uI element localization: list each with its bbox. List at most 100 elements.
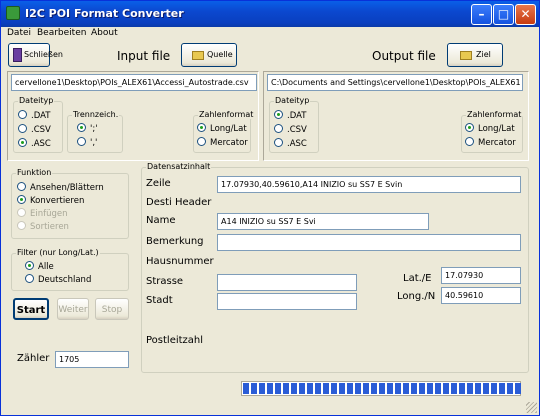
- output-zahlenformat-caption: Zahlenformat: [466, 110, 523, 119]
- quelle-label: Quelle: [207, 50, 233, 59]
- radio-label: Deutschland: [38, 275, 92, 285]
- stadt-label: Stadt: [146, 295, 173, 306]
- progress-segment: [379, 383, 385, 394]
- progress-segment: [387, 383, 393, 394]
- name-field[interactable]: A14 INIZIO su SS7 E Svi: [217, 213, 429, 230]
- funktion-sortieren-radio: Sortieren: [17, 221, 69, 232]
- radio-dot: [17, 195, 26, 204]
- long-field[interactable]: 40.59610: [441, 287, 521, 304]
- radio-label: Konvertieren: [30, 196, 85, 206]
- folder-open-icon: [460, 51, 472, 60]
- minimize-button[interactable]: –: [471, 4, 492, 25]
- radio-label: .CSV: [31, 125, 51, 135]
- ziel-button[interactable]: Ziel: [447, 43, 503, 67]
- close-button[interactable]: ✕: [515, 4, 536, 25]
- radio-label: .ASC: [287, 139, 307, 149]
- radio-dot: [274, 110, 283, 119]
- radio-label: .ASC: [31, 139, 51, 149]
- progress-segment: [339, 383, 345, 394]
- lat-field[interactable]: 17.07930: [441, 267, 521, 284]
- radio-label: Einfügen: [30, 209, 68, 219]
- resize-grip[interactable]: [526, 402, 537, 413]
- progress-segment: [435, 383, 441, 394]
- trennzeichen-comma-radio[interactable]: ',': [77, 137, 97, 148]
- stadt-field[interactable]: [217, 293, 357, 310]
- menu-datei[interactable]: Datei: [7, 28, 31, 38]
- radio-label: .CSV: [287, 125, 307, 135]
- radio-dot: [18, 138, 27, 147]
- input-path-field[interactable]: cervellone1\Desktop\POIs_ALEX61\Accessi_…: [11, 74, 257, 91]
- menu-about[interactable]: About: [91, 28, 118, 38]
- radio-dot: [274, 138, 283, 147]
- progress-segment: [347, 383, 353, 394]
- funktion-ansehen-radio[interactable]: Ansehen/Blättern: [17, 182, 104, 193]
- maximize-button[interactable]: □: [493, 4, 514, 25]
- radio-dot: [274, 124, 283, 133]
- filter-deutschland-radio[interactable]: Deutschland: [25, 274, 91, 285]
- zaehler-field[interactable]: 1705: [55, 351, 129, 368]
- radio-label: .DAT: [31, 111, 51, 121]
- trennzeichen-semicolon-radio[interactable]: ';': [77, 123, 98, 134]
- output-path-field[interactable]: C:\Documents and Settings\cervellone1\De…: [267, 74, 523, 91]
- input-mercator-radio[interactable]: Mercator: [197, 137, 248, 148]
- input-longlat-radio[interactable]: Long/Lat: [197, 123, 247, 134]
- input-dateityp-csv-radio[interactable]: .CSV: [18, 124, 51, 135]
- progress-segment: [467, 383, 473, 394]
- progress-segment: [371, 383, 377, 394]
- radio-label: Sortieren: [30, 222, 69, 232]
- progress-segment: [315, 383, 321, 394]
- schliessen-button[interactable]: Schließen: [8, 43, 63, 67]
- output-dateityp-asc-radio[interactable]: .ASC: [274, 138, 307, 149]
- input-dateityp-caption: Dateityp: [18, 96, 55, 105]
- zaehler-label: Zähler: [17, 353, 50, 364]
- strasse-label: Strasse: [146, 276, 184, 287]
- title-bar[interactable]: I2C POI Format Converter – □ ✕: [1, 1, 539, 27]
- start-button[interactable]: Start: [13, 298, 49, 320]
- progress-segment: [331, 383, 337, 394]
- input-zahlenformat-caption: Zahlenformat: [198, 110, 255, 119]
- progress-segment: [291, 383, 297, 394]
- radio-dot: [197, 123, 206, 132]
- progress-segment: [403, 383, 409, 394]
- radio-label: .DAT: [287, 111, 307, 121]
- progress-segment: [443, 383, 449, 394]
- quelle-button[interactable]: Quelle: [181, 43, 237, 67]
- progress-segment: [323, 383, 329, 394]
- progress-segment: [243, 383, 249, 394]
- window-title: I2C POI Format Converter: [25, 7, 184, 20]
- radio-dot: [197, 137, 206, 146]
- output-dateityp-dat-radio[interactable]: .DAT: [274, 110, 306, 121]
- radio-label: Mercator: [478, 138, 516, 148]
- name-label: Name: [146, 215, 176, 226]
- progress-segment: [275, 383, 281, 394]
- menu-bearbeiten[interactable]: Bearbeiten: [37, 28, 86, 38]
- radio-dot: [77, 123, 86, 132]
- radio-dot: [77, 137, 86, 146]
- input-dateityp-asc-radio[interactable]: .ASC: [18, 138, 51, 149]
- stop-button: Stop: [95, 298, 129, 320]
- zeile-field[interactable]: 17.07930,40.59610,A14 INIZIO su SS7 E Sv…: [217, 176, 521, 193]
- progress-segment: [491, 383, 497, 394]
- progress-segment: [251, 383, 257, 394]
- filter-alle-radio[interactable]: Alle: [25, 261, 54, 272]
- bemerkung-field[interactable]: [217, 234, 521, 251]
- progress-segment: [411, 383, 417, 394]
- radio-label: Long/Lat: [478, 124, 515, 134]
- output-longlat-radio[interactable]: Long/Lat: [465, 123, 515, 134]
- menu-bar: Datei Bearbeiten About: [1, 27, 539, 41]
- progress-segment: [459, 383, 465, 394]
- input-dateityp-dat-radio[interactable]: .DAT: [18, 110, 50, 121]
- progress-segment: [451, 383, 457, 394]
- funktion-einfuegen-radio: Einfügen: [17, 208, 68, 219]
- strasse-field[interactable]: [217, 274, 357, 291]
- radio-dot: [17, 221, 26, 230]
- app-icon: [6, 6, 20, 20]
- radio-label: Mercator: [210, 138, 248, 148]
- progress-segment: [483, 383, 489, 394]
- output-mercator-radio[interactable]: Mercator: [465, 137, 516, 148]
- funktion-konvertieren-radio[interactable]: Konvertieren: [17, 195, 84, 206]
- radio-dot: [17, 208, 26, 217]
- output-dateityp-csv-radio[interactable]: .CSV: [274, 124, 307, 135]
- long-label: Long./N: [397, 291, 436, 302]
- progress-bar: [241, 381, 521, 396]
